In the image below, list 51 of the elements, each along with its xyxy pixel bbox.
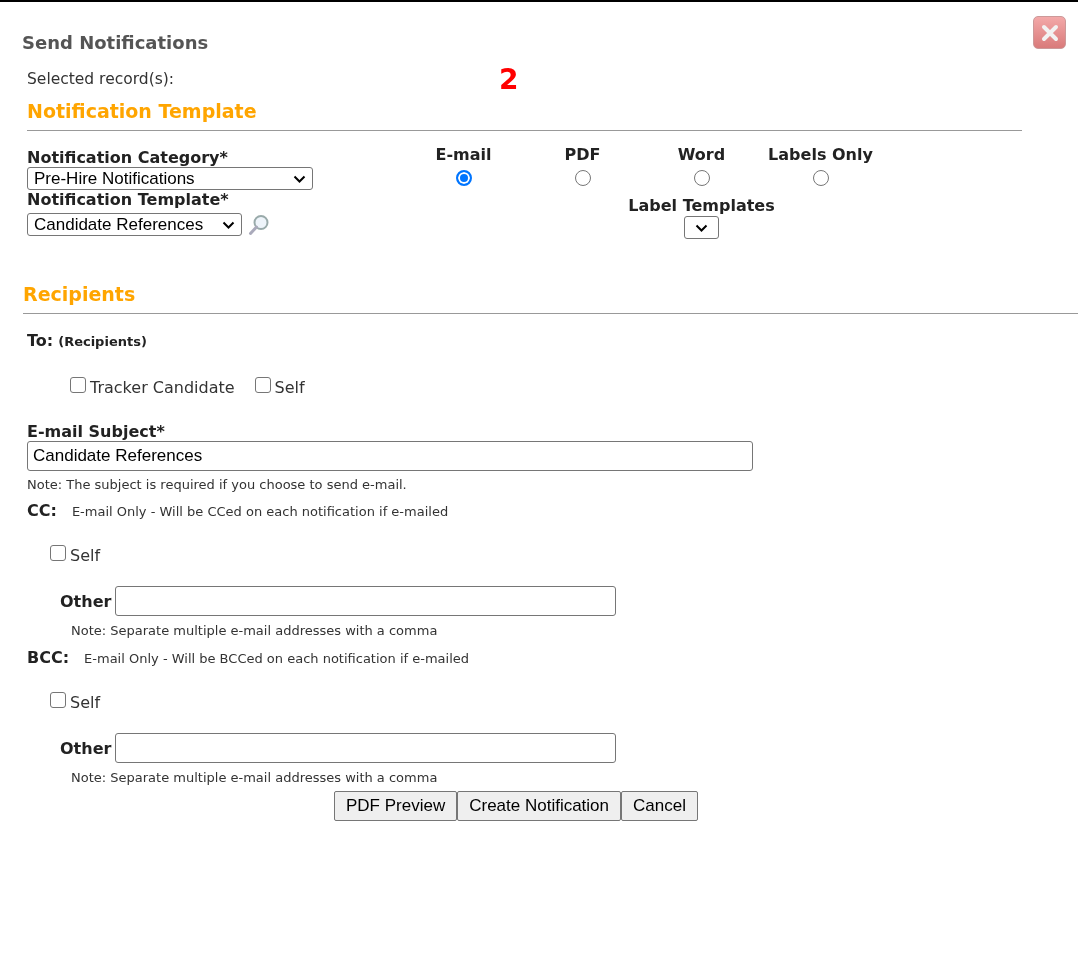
field-label: CC:: [27, 501, 57, 520]
checkbox-label[interactable]: Self: [274, 378, 305, 397]
section-heading: Notification Template: [27, 99, 257, 123]
chevron-icon: [695, 223, 708, 232]
selected-records-label: Selected record(s):: [27, 70, 176, 88]
checkbox-label[interactable]: Tracker Candidate: [90, 378, 235, 397]
field-label: Label Templates: [628, 196, 775, 215]
field-description: E-mail Only - Will be CCed on each notification if e-mailed: [71, 504, 449, 519]
field-label: Other: [60, 591, 112, 611]
field-label: Other: [60, 738, 112, 758]
checkbox[interactable]: [70, 377, 86, 393]
note-text: Note: Separate multiple e-mail addresses with a comma: [71, 623, 438, 639]
checkbox-label[interactable]: Self: [70, 693, 101, 712]
checkbox[interactable]: [50, 545, 66, 561]
field-label: Notification Category*: [27, 148, 229, 167]
field-hint: (Recipients): [58, 334, 147, 349]
close-button[interactable]: [1033, 16, 1066, 49]
section-heading: Recipients: [23, 282, 136, 306]
radio-label[interactable]: Word: [677, 145, 726, 164]
checkbox-label[interactable]: Self: [70, 546, 101, 565]
field-label: Notification Template*: [27, 190, 230, 209]
radio-button[interactable]: [574, 170, 591, 186]
radio-button[interactable]: [455, 170, 472, 186]
radio-button[interactable]: [693, 170, 710, 186]
search-icon[interactable]: [248, 213, 270, 236]
field-label: BCC:: [27, 648, 70, 667]
action-button[interactable]: Create Notification: [457, 791, 622, 821]
checkbox[interactable]: [50, 692, 66, 708]
email-input[interactable]: [115, 586, 617, 616]
checkbox[interactable]: [254, 377, 271, 393]
radio-label[interactable]: Labels Only: [768, 145, 873, 164]
field-description: E-mail Only - Will be BCCed on each notification if e-mailed: [84, 651, 469, 666]
dropdown[interactable]: Pre-Hire Notifications: [27, 167, 313, 190]
field-label: To:: [27, 331, 54, 350]
chevron-icon: [293, 174, 306, 183]
field-label: E-mail Subject*: [27, 422, 166, 441]
action-button[interactable]: Cancel: [621, 791, 698, 821]
dialog-title: Send Notifications: [22, 32, 209, 54]
radio-label[interactable]: E-mail: [435, 145, 492, 164]
radio-button[interactable]: [812, 170, 829, 186]
subject-input[interactable]: Candidate References: [27, 441, 753, 471]
dropdown[interactable]: [684, 216, 719, 239]
note-text: Note: The subject is required if you choose to send e-mail.: [27, 477, 407, 493]
action-button[interactable]: PDF Preview: [334, 791, 458, 821]
selected-records-count: 2: [499, 62, 519, 96]
radio-label[interactable]: PDF: [564, 145, 601, 164]
note-text: Note: Separate multiple e-mail addresses with a comma: [71, 770, 438, 786]
email-input[interactable]: [115, 733, 617, 763]
dropdown[interactable]: Candidate References: [27, 213, 242, 236]
chevron-icon: [222, 220, 235, 229]
close-icon: [1040, 23, 1059, 42]
